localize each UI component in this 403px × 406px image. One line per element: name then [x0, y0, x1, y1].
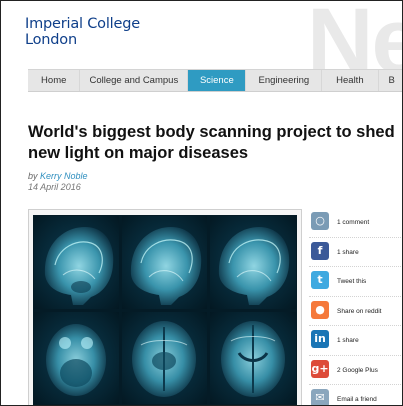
twitter-icon: t — [311, 271, 329, 289]
byline-prefix: by — [28, 171, 38, 181]
share-label: Tweet this — [337, 278, 367, 285]
comment-icon: ○ — [311, 212, 329, 230]
share-panel: ○ 1 comment f 1 share t Tweet this ● Sha… — [309, 208, 402, 405]
share-label: 1 share — [337, 337, 359, 344]
byline: by Kerry Noble — [28, 171, 88, 181]
nav-tab-engineering[interactable]: Engineering — [246, 70, 323, 91]
article-image — [28, 209, 302, 405]
share-label: 2 Google Plus — [337, 366, 378, 374]
main-nav: Home College and Campus Science Engineer… — [28, 69, 402, 92]
brain-mri-scans-image — [33, 215, 297, 405]
share-linkedin[interactable]: in 1 share — [309, 326, 402, 356]
article-headline: World's biggest body scanning project to… — [28, 122, 402, 164]
share-twitter[interactable]: t Tweet this — [309, 267, 402, 297]
linkedin-icon: in — [311, 330, 329, 348]
page: Imperial College London Ne Home College … — [0, 0, 403, 406]
author-link[interactable]: Kerry Noble — [40, 171, 88, 181]
nav-tab-science[interactable]: Science — [188, 70, 247, 91]
share-email[interactable]: ✉ Email a friend — [309, 385, 402, 405]
reddit-icon: ● — [311, 300, 329, 319]
share-comment[interactable]: ○ 1 comment — [309, 208, 402, 238]
share-label: 1 comment — [337, 219, 370, 226]
logo-line-1: Imperial College — [25, 16, 140, 32]
logo-line-2: London — [25, 32, 77, 48]
share-reddit[interactable]: ● Share on reddit — [309, 297, 402, 326]
share-label: Email a friend — [337, 396, 377, 403]
imperial-logo[interactable]: Imperial College London — [25, 16, 140, 48]
headline-line-2: new light on major diseases — [28, 144, 249, 162]
share-facebook[interactable]: f 1 share — [309, 238, 402, 267]
share-label: Share on reddit — [337, 307, 382, 315]
share-label: 1 share — [337, 248, 359, 256]
facebook-icon: f — [311, 241, 329, 260]
google-plus-icon: g+ — [311, 359, 329, 378]
nav-tab-college-and-campus[interactable]: College and Campus — [80, 70, 189, 91]
email-icon: ✉ — [311, 389, 329, 405]
nav-tab-health[interactable]: Health — [322, 70, 379, 91]
nav-tab-home[interactable]: Home — [28, 70, 81, 91]
publish-date: 14 April 2016 — [28, 182, 81, 192]
headline-line-1: World's biggest body scanning project to… — [28, 123, 395, 141]
nav-tab-truncated[interactable]: B — [379, 70, 402, 91]
share-google-plus[interactable]: g+ 2 Google Plus — [309, 356, 402, 385]
